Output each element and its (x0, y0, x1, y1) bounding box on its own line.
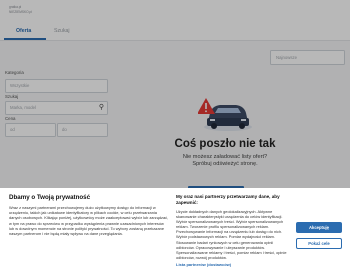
show-purposes-button[interactable]: Pokaż cele (296, 238, 342, 249)
consent-dialog: Dbamy o Twoją prywatność Wraz z naszymi … (0, 188, 350, 280)
partners-link[interactable]: Lista partnerów (dostawców) (176, 262, 291, 267)
consent-purposes: My oraz nasi partnerzy przetwarzamy dane… (176, 194, 291, 267)
accept-button[interactable]: Akceptuję (296, 222, 342, 233)
purposes-text: Użycie dokładnych danych geolokalizacyjn… (176, 209, 287, 260)
consent-left-column: Dbamy o Twoją prywatność Wraz z naszymi … (9, 194, 169, 236)
purposes-heading: My oraz nasi partnerzy przetwarzamy dane… (176, 194, 280, 205)
consent-text: Wraz z naszymi partnerami przechowujemy … (9, 205, 169, 237)
consent-title: Dbamy o Twoją prywatność (9, 194, 91, 201)
